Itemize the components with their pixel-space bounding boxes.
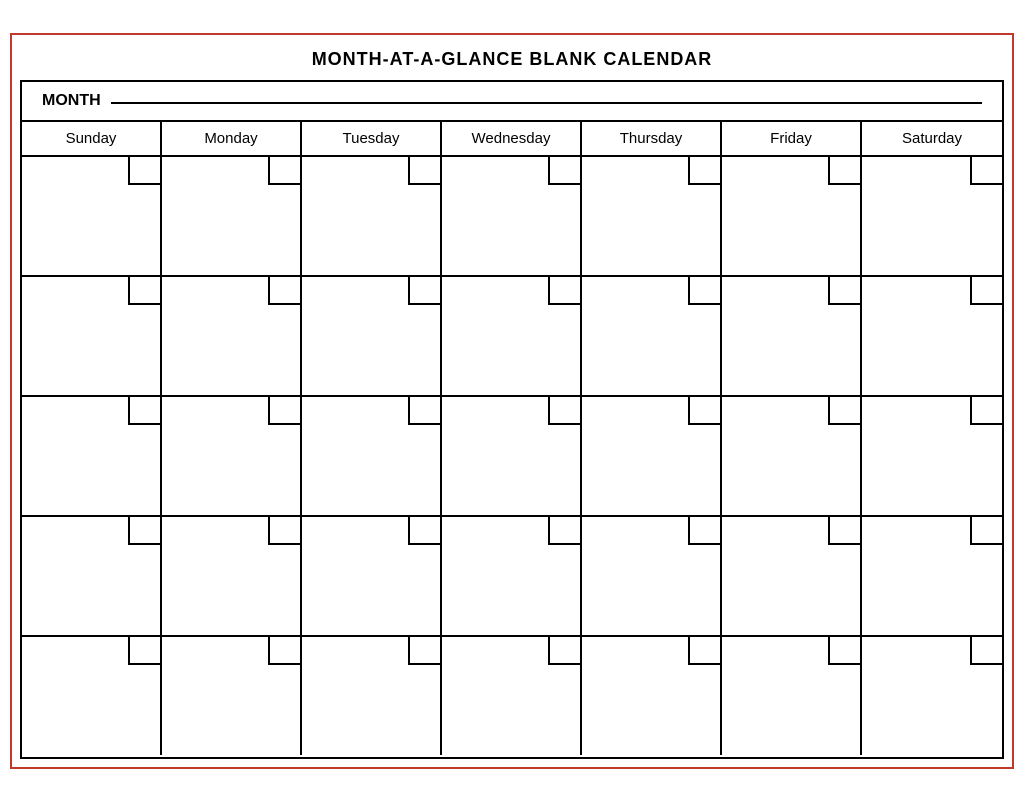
cell-w3-tue[interactable] <box>302 397 442 515</box>
date-box <box>828 517 860 545</box>
date-box <box>548 277 580 305</box>
date-box <box>548 517 580 545</box>
cell-w5-wed[interactable] <box>442 637 582 755</box>
cell-w5-mon[interactable] <box>162 637 302 755</box>
cell-w3-fri[interactable] <box>722 397 862 515</box>
date-box <box>828 637 860 665</box>
day-header-wednesday: Wednesday <box>442 122 582 155</box>
cell-w5-fri[interactable] <box>722 637 862 755</box>
cell-w1-wed[interactable] <box>442 157 582 275</box>
cell-w5-tue[interactable] <box>302 637 442 755</box>
date-box <box>128 397 160 425</box>
date-box <box>970 397 1002 425</box>
date-box <box>688 397 720 425</box>
day-header-tuesday: Tuesday <box>302 122 442 155</box>
cell-w3-sat[interactable] <box>862 397 1002 515</box>
day-header-thursday: Thursday <box>582 122 722 155</box>
date-box <box>268 397 300 425</box>
calendar-grid <box>22 157 1002 757</box>
date-box <box>268 277 300 305</box>
calendar-title: MONTH-AT-A-GLANCE BLANK CALENDAR <box>20 43 1004 80</box>
cell-w5-sun[interactable] <box>22 637 162 755</box>
cell-w4-sat[interactable] <box>862 517 1002 635</box>
date-box <box>828 157 860 185</box>
date-box <box>548 637 580 665</box>
date-box <box>268 157 300 185</box>
date-box <box>688 517 720 545</box>
cell-w4-tue[interactable] <box>302 517 442 635</box>
cell-w3-wed[interactable] <box>442 397 582 515</box>
date-box <box>128 517 160 545</box>
cell-w2-thu[interactable] <box>582 277 722 395</box>
date-box <box>128 277 160 305</box>
date-box <box>268 517 300 545</box>
day-header-saturday: Saturday <box>862 122 1002 155</box>
date-box <box>408 157 440 185</box>
calendar-week-1 <box>22 157 1002 277</box>
cell-w4-fri[interactable] <box>722 517 862 635</box>
cell-w2-fri[interactable] <box>722 277 862 395</box>
date-box <box>970 277 1002 305</box>
cell-w5-sat[interactable] <box>862 637 1002 755</box>
date-box <box>970 637 1002 665</box>
calendar-container: MONTH Sunday Monday Tuesday Wednesday Th… <box>20 80 1004 759</box>
cell-w2-wed[interactable] <box>442 277 582 395</box>
cell-w2-mon[interactable] <box>162 277 302 395</box>
calendar-week-5 <box>22 637 1002 757</box>
page-wrapper: MONTH-AT-A-GLANCE BLANK CALENDAR MONTH S… <box>10 33 1014 769</box>
month-label: MONTH <box>42 92 101 110</box>
cell-w1-sun[interactable] <box>22 157 162 275</box>
calendar-week-2 <box>22 277 1002 397</box>
days-header: Sunday Monday Tuesday Wednesday Thursday… <box>22 122 1002 157</box>
cell-w4-wed[interactable] <box>442 517 582 635</box>
cell-w5-thu[interactable] <box>582 637 722 755</box>
cell-w1-tue[interactable] <box>302 157 442 275</box>
date-box <box>970 157 1002 185</box>
cell-w2-sat[interactable] <box>862 277 1002 395</box>
date-box <box>408 397 440 425</box>
date-box <box>268 637 300 665</box>
date-box <box>970 517 1002 545</box>
calendar-week-4 <box>22 517 1002 637</box>
date-box <box>128 157 160 185</box>
date-box <box>548 157 580 185</box>
date-box <box>828 277 860 305</box>
date-box <box>408 517 440 545</box>
cell-w4-mon[interactable] <box>162 517 302 635</box>
date-box <box>128 637 160 665</box>
cell-w2-tue[interactable] <box>302 277 442 395</box>
month-header: MONTH <box>22 82 1002 122</box>
day-header-friday: Friday <box>722 122 862 155</box>
cell-w2-sun[interactable] <box>22 277 162 395</box>
cell-w3-thu[interactable] <box>582 397 722 515</box>
date-box <box>688 637 720 665</box>
cell-w3-sun[interactable] <box>22 397 162 515</box>
date-box <box>688 277 720 305</box>
date-box <box>688 157 720 185</box>
month-line <box>111 102 982 104</box>
date-box <box>548 397 580 425</box>
date-box <box>408 637 440 665</box>
cell-w1-fri[interactable] <box>722 157 862 275</box>
date-box <box>408 277 440 305</box>
day-header-monday: Monday <box>162 122 302 155</box>
cell-w1-mon[interactable] <box>162 157 302 275</box>
cell-w1-sat[interactable] <box>862 157 1002 275</box>
day-header-sunday: Sunday <box>22 122 162 155</box>
date-box <box>828 397 860 425</box>
cell-w4-sun[interactable] <box>22 517 162 635</box>
cell-w1-thu[interactable] <box>582 157 722 275</box>
cell-w4-thu[interactable] <box>582 517 722 635</box>
calendar-week-3 <box>22 397 1002 517</box>
cell-w3-mon[interactable] <box>162 397 302 515</box>
